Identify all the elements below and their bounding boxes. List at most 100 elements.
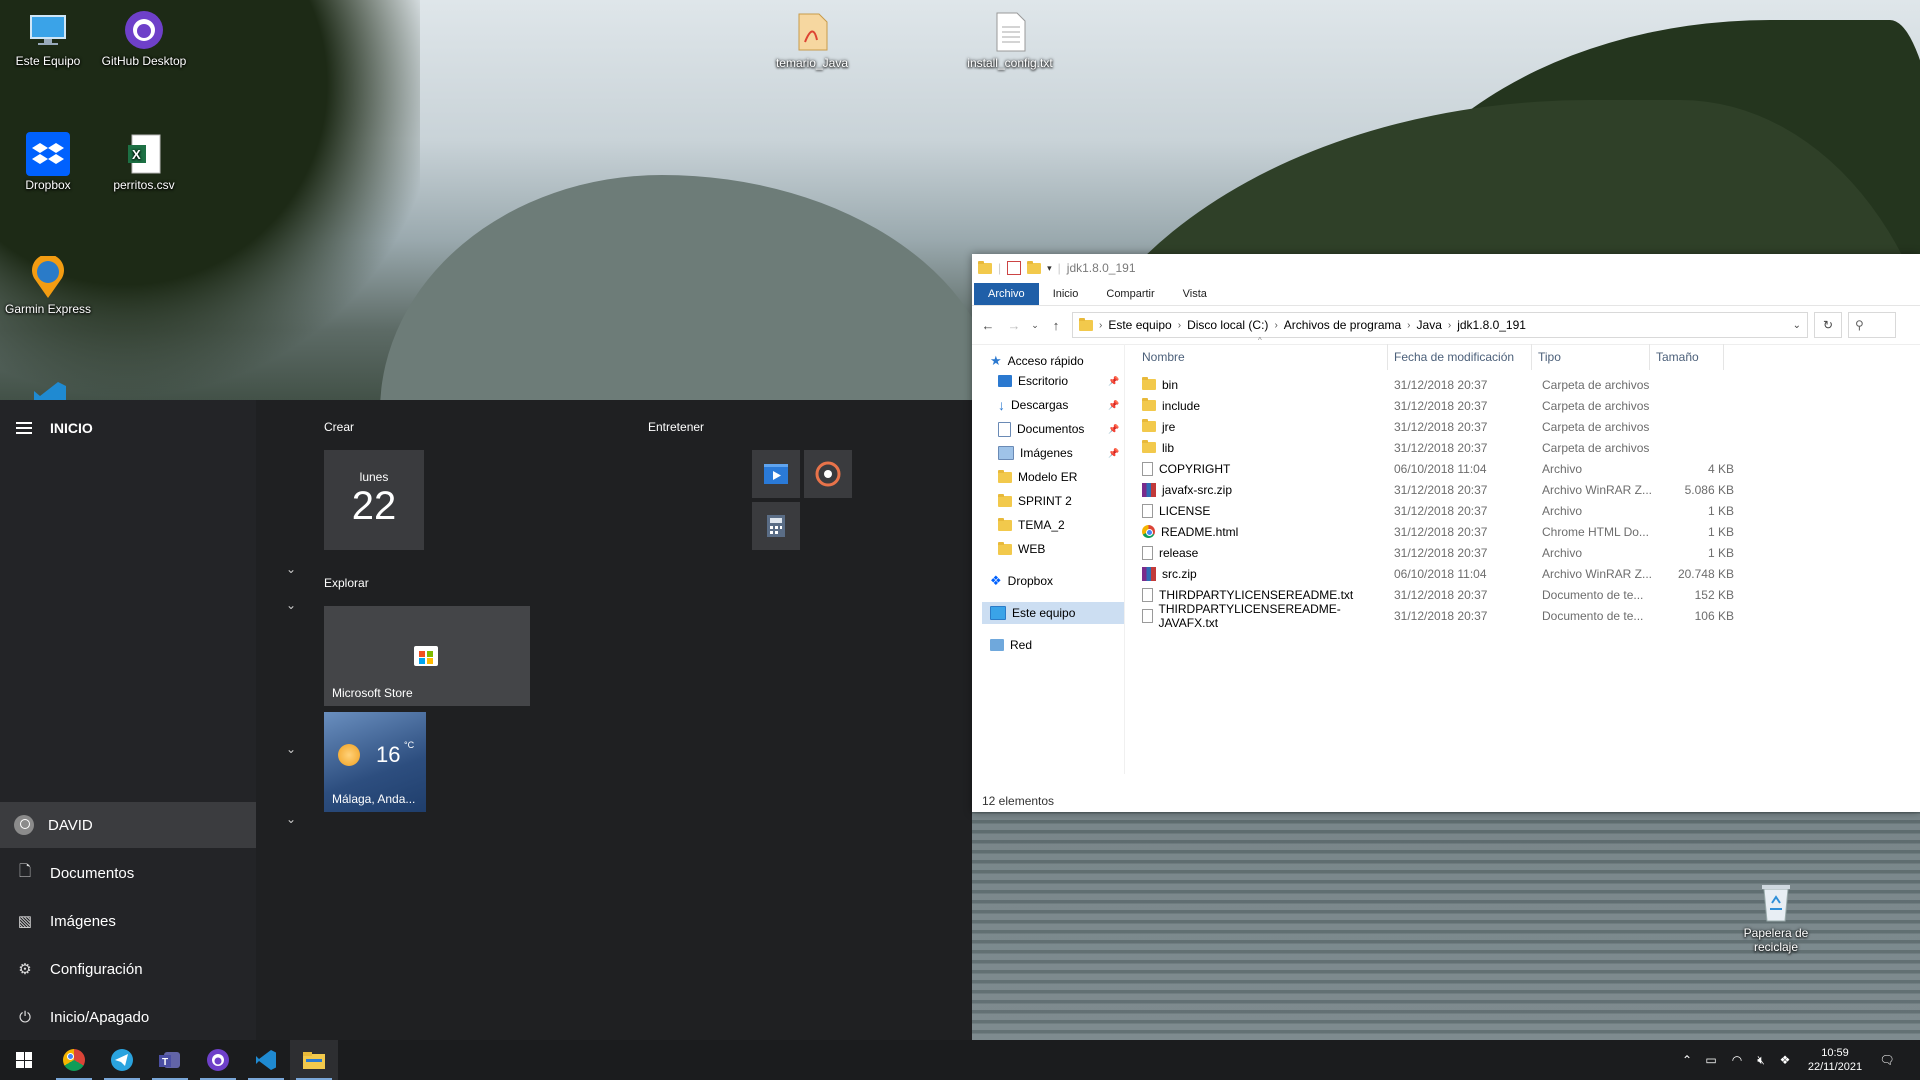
desktop-icon-garmin-express[interactable]: Garmin Express (2, 256, 94, 316)
nav-item-este-equipo[interactable]: Este equipo (982, 602, 1124, 624)
breadcrumb-item[interactable]: Archivos de programa (1284, 318, 1401, 332)
nav-item-web[interactable]: WEB (998, 538, 1045, 560)
nav-item-modelo-er[interactable]: Modelo ER (998, 466, 1077, 488)
nav-item-escritorio[interactable]: Escritorio 📌 (998, 370, 1124, 392)
desktop-icon-temario-java[interactable]: temario_Java (766, 10, 858, 70)
table-row[interactable]: jre 31/12/2018 20:37 Carpeta de archivos (1126, 416, 1746, 437)
pin-icon[interactable]: 📌 (1108, 376, 1119, 387)
nav-item-imagenes[interactable]: Imágenes 📌 (998, 442, 1124, 464)
table-row[interactable]: src.zip 06/10/2018 11:04 Archivo WinRAR Z.… (1126, 563, 1746, 584)
forward-arrow-icon[interactable]: → (1004, 318, 1024, 333)
chevron-down-icon[interactable]: ⌄ (286, 812, 296, 826)
explorer-titlebar[interactable]: | ▾ | jdk1.8.0_191 (972, 254, 1920, 283)
table-row[interactable]: THIRDPARTYLICENSEREADME-JAVAFX.txt 31/12/… (1126, 602, 1746, 630)
start-header[interactable]: INICIO (16, 420, 93, 436)
start-power-button[interactable]: ⏻ Inicio/Apagado (0, 994, 256, 1040)
breadcrumb-item[interactable]: Este equipo (1108, 318, 1171, 332)
tab-archivo[interactable]: Archivo (974, 283, 1039, 305)
properties-icon[interactable] (1007, 261, 1022, 275)
pin-icon[interactable]: 📌 (1108, 448, 1119, 459)
table-row[interactable]: COPYRIGHT 06/10/2018 11:04 Archivo 4 KB (1126, 458, 1746, 479)
nav-item-red[interactable]: Red (990, 634, 1032, 656)
dropbox-tray-icon[interactable]: ❖ (1774, 1040, 1796, 1080)
group-title-crear[interactable]: Crear (324, 420, 354, 434)
weather-tile[interactable]: 16 °C Málaga, Anda... (324, 712, 426, 812)
battery-icon[interactable]: ▭ (1700, 1040, 1722, 1080)
taskbar-chrome[interactable] (50, 1040, 98, 1080)
up-arrow-icon[interactable]: ↑ (1046, 318, 1066, 333)
recent-locations-icon[interactable]: ⌄ (1030, 320, 1040, 331)
hamburger-icon[interactable] (16, 422, 32, 434)
winrar-icon (1142, 482, 1156, 497)
nav-item-tema-2[interactable]: TEMA_2 (998, 514, 1065, 536)
desktop-icon-perritos-csv[interactable]: X perritos.csv (98, 132, 190, 192)
volume-muted-icon[interactable]: 🔇︎ (1750, 1040, 1772, 1080)
taskbar-file-explorer[interactable] (290, 1040, 338, 1080)
chrome-icon (1142, 525, 1155, 538)
tab-compartir[interactable]: Compartir (1092, 283, 1168, 305)
table-row[interactable]: lib 31/12/2018 20:37 Carpeta de archivos (1126, 437, 1746, 458)
breadcrumb-item[interactable]: Java (1417, 318, 1442, 332)
nav-item-sprint-2[interactable]: SPRINT 2 (998, 490, 1072, 512)
back-arrow-icon[interactable]: ← (978, 318, 998, 333)
table-row[interactable]: release 31/12/2018 20:37 Archivo 1 KB (1126, 542, 1746, 563)
desktop-icon-papelera[interactable]: Papelera de reciclaje (1730, 880, 1822, 954)
breadcrumb-item[interactable]: jdk1.8.0_191 (1457, 318, 1526, 332)
tab-vista[interactable]: Vista (1169, 283, 1221, 305)
start-user-button[interactable]: DAVID (0, 802, 256, 848)
start-button[interactable] (0, 1040, 48, 1080)
nav-item-dropbox[interactable]: ❖ Dropbox (990, 570, 1053, 592)
start-documentos-button[interactable]: 🗋 Documentos (0, 850, 256, 896)
desktop-icon-github-desktop[interactable]: GitHub Desktop (98, 8, 190, 68)
desktop-icon-dropbox[interactable]: Dropbox (2, 132, 94, 192)
nav-item-documentos[interactable]: Documentos 📌 (998, 418, 1124, 440)
refresh-icon[interactable]: ↻ (1814, 312, 1842, 338)
calculator-tile[interactable] (752, 502, 800, 550)
pin-icon[interactable]: 📌 (1108, 424, 1119, 435)
address-dropdown-icon[interactable]: ⌄ (1793, 320, 1801, 331)
wifi-icon[interactable]: ◠ (1726, 1040, 1748, 1080)
taskbar-github-desktop[interactable] (194, 1040, 242, 1080)
group-title-explorar[interactable]: Explorar (324, 576, 369, 590)
new-folder-icon[interactable] (1027, 260, 1042, 274)
pin-icon[interactable]: 📌 (1108, 400, 1119, 411)
microsoft-store-tile[interactable]: Microsoft Store (324, 606, 530, 706)
column-header-nombre[interactable]: Nombre ^ (1126, 336, 1388, 370)
calendar-tile[interactable]: lunes 22 (324, 450, 424, 550)
taskbar-vscode[interactable] (242, 1040, 290, 1080)
chevron-down-icon[interactable]: ⌄ (286, 562, 296, 576)
chevron-down-icon[interactable]: ⌄ (286, 742, 296, 756)
file-icon (1142, 545, 1153, 560)
table-row[interactable]: LICENSE 31/12/2018 20:37 Archivo 1 KB (1126, 500, 1746, 521)
column-header-tipo[interactable]: Tipo (1532, 344, 1650, 370)
address-bar[interactable]: › Este equipo › Disco local (C:) › Archi… (1072, 312, 1808, 338)
sun-icon (338, 744, 360, 766)
nav-item-acceso-rapido[interactable]: ★ Acceso rápido (990, 350, 1084, 372)
start-imagenes-button[interactable]: ▧ Imágenes (0, 898, 256, 944)
taskbar-telegram[interactable] (98, 1040, 146, 1080)
table-row[interactable]: README.html 31/12/2018 20:37 Chrome HTML D… (1126, 521, 1746, 542)
taskbar-clock[interactable]: 10:59 22/11/2021 (1800, 1046, 1870, 1074)
movies-tv-tile[interactable] (752, 450, 800, 498)
nav-item-descargas[interactable]: ↓ Descargas 📌 (998, 394, 1124, 416)
column-header-tamano[interactable]: Tamaño (1650, 344, 1724, 370)
desktop-icon-install-config[interactable]: install_config.txt (960, 10, 1060, 70)
table-row[interactable]: include 31/12/2018 20:37 Carpeta de archiv… (1126, 395, 1746, 416)
tab-inicio[interactable]: Inicio (1039, 283, 1093, 305)
search-box[interactable]: ⚲ (1848, 312, 1896, 338)
breadcrumb-item[interactable]: Disco local (C:) (1187, 318, 1268, 332)
desktop-icon-vscode-partial[interactable] (4, 376, 96, 400)
start-configuracion-button[interactable]: ⚙ Configuración (0, 946, 256, 992)
groove-music-tile[interactable] (804, 450, 852, 498)
qat-dropdown-icon[interactable]: ▾ (1047, 263, 1052, 274)
show-hidden-icons[interactable]: ⌃ (1678, 1040, 1696, 1080)
group-title-entretener[interactable]: Entretener (648, 420, 704, 434)
nav-item-label: Modelo ER (1018, 470, 1078, 484)
notifications-icon[interactable]: 🗨︎ (1872, 1040, 1902, 1080)
column-header-fecha[interactable]: Fecha de modificación (1388, 344, 1532, 370)
table-row[interactable]: javafx-src.zip 31/12/2018 20:37 Archivo Wi… (1126, 479, 1746, 500)
desktop-icon-este-equipo[interactable]: Este Equipo (2, 8, 94, 68)
taskbar-teams[interactable]: T (146, 1040, 194, 1080)
chevron-down-icon[interactable]: ⌄ (286, 598, 296, 612)
table-row[interactable]: bin 31/12/2018 20:37 Carpeta de archivos (1126, 374, 1746, 395)
